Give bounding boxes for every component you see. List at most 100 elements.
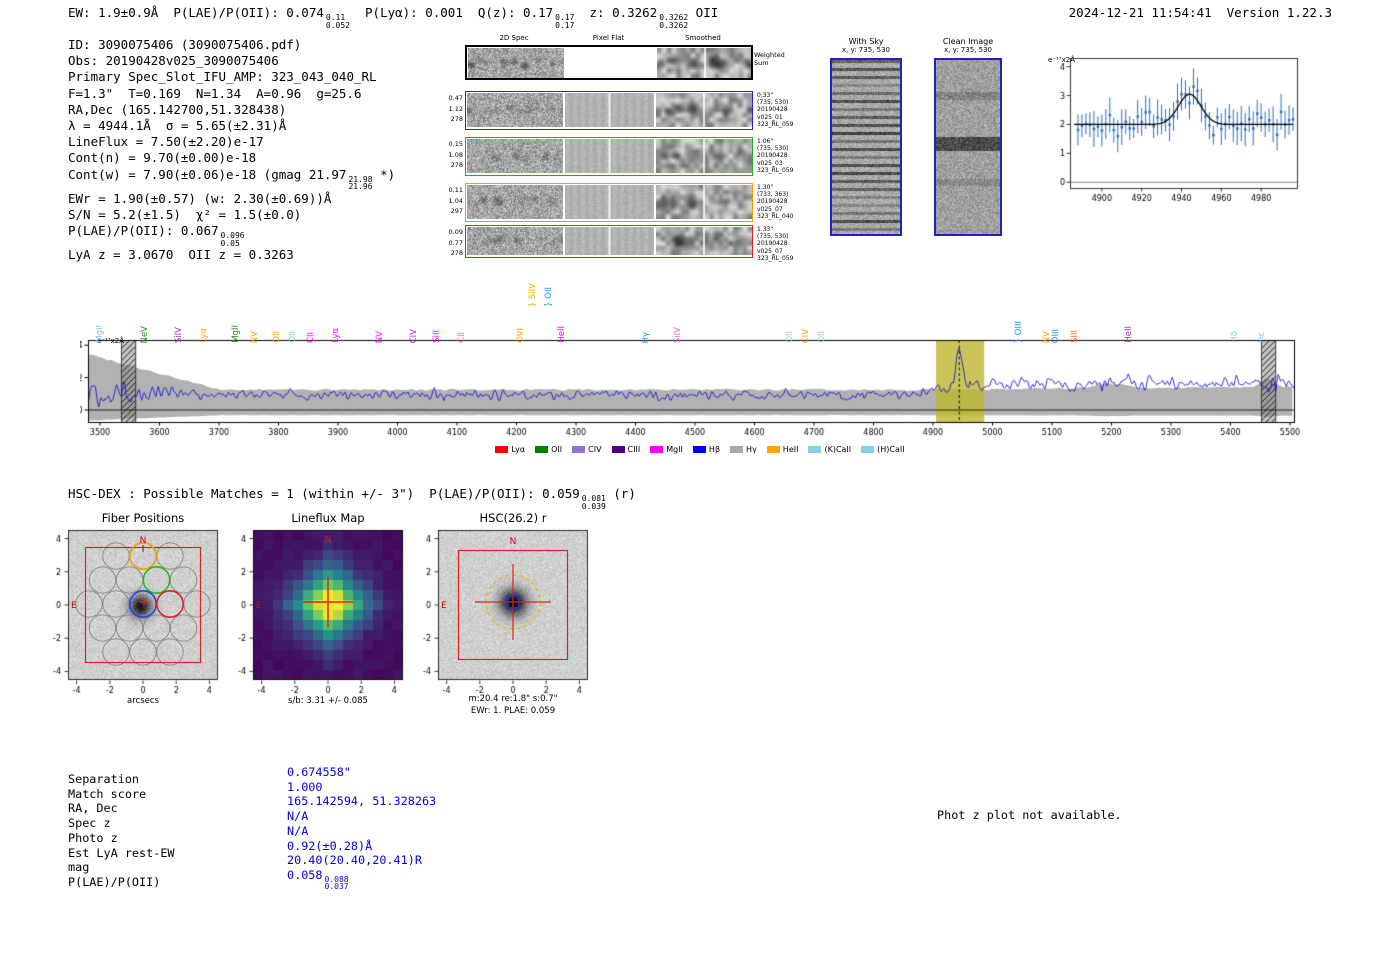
legend-item-label: HeII: [782, 445, 799, 454]
fiber-circle-icon: [88, 566, 117, 594]
spec2d-cell-image: [656, 184, 752, 219]
emission-line-label: } SiIV: [528, 282, 539, 307]
summary-stats-line: EW: 1.9±0.9Å P(LAE)/P(OII): 0.074 0.11 0.0…: [68, 5, 718, 29]
spec2d-col-header-2dspec: 2D Spec: [499, 34, 529, 42]
hsc-text: HSC-DEX : Possible Matches = 1 (within +…: [68, 486, 580, 501]
emission-line-label: Hδ: [1230, 331, 1241, 343]
info-text: RA,Dec (165.142700,51.328438): [68, 101, 287, 117]
fiber-circle-icon: [169, 614, 198, 642]
legend-item-label: (H)CaII: [877, 445, 905, 454]
match-row-label: Photo z: [68, 830, 118, 845]
spec2d-col-header-smoothed: Smoothed: [685, 34, 721, 42]
match-row-label: Match score: [68, 786, 147, 801]
match-row-value: 0.674558": [287, 765, 351, 779]
info-text: F=1.3" T=0.169 N=1.34 A=0.96 g=25.6: [68, 85, 362, 101]
info-text: ID: 3090075406 (3090075406.pdf): [68, 37, 302, 52]
spec2d-annotation-line: (735, 530): [757, 99, 789, 107]
spec2d-annotation-line: 20190428: [757, 198, 788, 206]
match-table-values: 0.674558" 1.000 165.142594, 51.328263 N/A N/…: [287, 765, 436, 891]
compass-east-label: E: [441, 601, 447, 611]
spec2d-cell-image: [656, 226, 752, 255]
spec2d-annotation-line: 1.06": [757, 138, 774, 145]
emission-line-label: SiII: [432, 330, 443, 343]
spec2d-annotation-line: (735, 530): [757, 233, 789, 241]
spec2d-stat-value: 0.47: [448, 94, 463, 102]
spec2d-cell-image: [656, 92, 752, 127]
spec2d-row-annotation: 1.33" (735, 530) 20190428 v025_07 323_RL_059: [757, 226, 807, 262]
elixer-detection-report: EW: 1.9±0.9Å P(LAE)/P(OII): 0.074 0.11 0.0…: [0, 0, 1400, 953]
emission-line-label: Hγ: [640, 331, 651, 343]
compass-north-label: N: [325, 535, 332, 545]
emission-line-label: Hε: [1256, 332, 1267, 343]
spec2d-row: [465, 183, 753, 222]
spec2d-stat-value: 278: [450, 115, 463, 123]
match-row-value: 0.058 0.088 0.037: [287, 868, 436, 891]
legend-swatch-icon: [766, 446, 780, 453]
hsc-cutout-overlay: NE: [438, 530, 588, 680]
match-row-label: RA, Dec: [68, 801, 118, 816]
match-sub: 0.037: [324, 882, 349, 892]
legend-item: OII: [535, 445, 562, 454]
match-row-value: 1.000: [287, 779, 323, 794]
fiber-circle-blue-icon: [128, 589, 157, 618]
info-sub: 21.96: [348, 182, 373, 192]
spec2d-annotation-line: v025_07: [757, 247, 783, 255]
spec2d-annotation-line: 323_RL_059: [757, 166, 794, 174]
legend-item-label: Hγ: [746, 445, 757, 454]
spec2d-stat-value: 297: [450, 207, 463, 215]
detection-info-block: ID: 3090075406 (3090075406.pdf) Obs: 2019…: [68, 37, 395, 263]
info-line: LineFlux = 7.50(±2.20)e-17: [68, 134, 395, 150]
legend-item-label: Hβ: [708, 445, 721, 454]
spec2d-row-annotation: 1.30" (733, 363) 20190428 v025_07 323_RL_040: [757, 184, 807, 220]
spec2d-annotation-line: v025_01: [757, 113, 783, 121]
spec2d-stat-value: 0.77: [448, 238, 463, 247]
weighted-sum-label-line2: Sum: [754, 58, 769, 67]
clean-image-image: [936, 60, 1000, 234]
info-text: S/N = 5.2(±1.5) χ² = 1.5(±0.0): [68, 206, 302, 222]
spectrum-legend: Lyα OII CIV CIII MgII Hβ Hγ HeII (K)CaII (H)CaII: [420, 445, 980, 454]
compass-east-label: E: [71, 601, 77, 611]
summary-text: P(Lyα): 0.001 Q(z): 0.17: [349, 5, 554, 20]
with-sky-coords: x, y: 735, 530: [842, 46, 890, 54]
info-supsub: 0.096 0.05: [221, 232, 245, 247]
summary-text: OII: [688, 5, 719, 20]
fiber-circle-red-icon: [156, 589, 185, 618]
spec2d-stat-value: 278: [450, 249, 463, 257]
match-text: 0.058: [287, 867, 323, 882]
fiber-circle-icon: [169, 566, 198, 594]
spec2d-annotation-line: 1.30": [757, 184, 774, 191]
info-line: λ = 4944.1Å σ = 5.65(±2.31)Å: [68, 118, 395, 134]
match-row-value: 20.40(20.40,20.41)R: [287, 853, 422, 868]
weighted-sum-label: Weighted Sum: [754, 51, 785, 67]
info-line: LyA z = 3.0670 OII z = 0.3263: [68, 247, 395, 263]
spec2d-row-stats: 0.47 1.12 278: [437, 93, 463, 125]
match-row-label: Separation: [68, 772, 140, 786]
legend-item-label: (K)CaII: [824, 445, 852, 454]
legend-swatch-icon: [808, 446, 822, 453]
spec2d-stat-value: 1.04: [448, 196, 463, 205]
info-line: Cont(n) = 9.70(±0.00)e-18: [68, 150, 395, 166]
spec2d-annotation-line: 323_RL_040: [757, 212, 794, 220]
emission-line-label: SiIV: [174, 326, 185, 343]
hsc-supsub: 0.081 0.039: [582, 495, 606, 510]
spec2d-cell-image: [468, 47, 564, 78]
emission-line-label: CII: [306, 332, 317, 343]
fiber-positions-overlay: NE: [68, 530, 218, 680]
info-text: Obs: 20190428v025_3090075406: [68, 53, 279, 69]
spec2d-annotation-line: v025_03: [757, 159, 783, 167]
clean-image-panel: [934, 58, 1002, 236]
legend-item: (K)CaII: [808, 445, 851, 454]
emission-line-label: Lyα: [199, 328, 210, 343]
emission-line-label: MgII: [231, 325, 242, 343]
info-text: EWr = 1.90(±0.57) (w: 2.30(±0.69))Å: [68, 190, 332, 206]
legend-item-label: CIV: [588, 445, 602, 454]
spec2d-row: [465, 225, 753, 258]
fiber-xlabel: arcsecs: [127, 696, 159, 706]
spec2d-annotation-line: 1.33": [757, 226, 774, 233]
emission-line-label: HeII: [1124, 326, 1135, 343]
match-row-value: N/A: [287, 809, 309, 824]
legend-item: HeII: [766, 445, 799, 454]
info-text: Primary Spec_Slot_IFU_AMP: 323_043_040_R…: [68, 69, 377, 85]
fiber-circle-icon: [156, 638, 184, 666]
spec2d-cell-image: [565, 138, 654, 173]
